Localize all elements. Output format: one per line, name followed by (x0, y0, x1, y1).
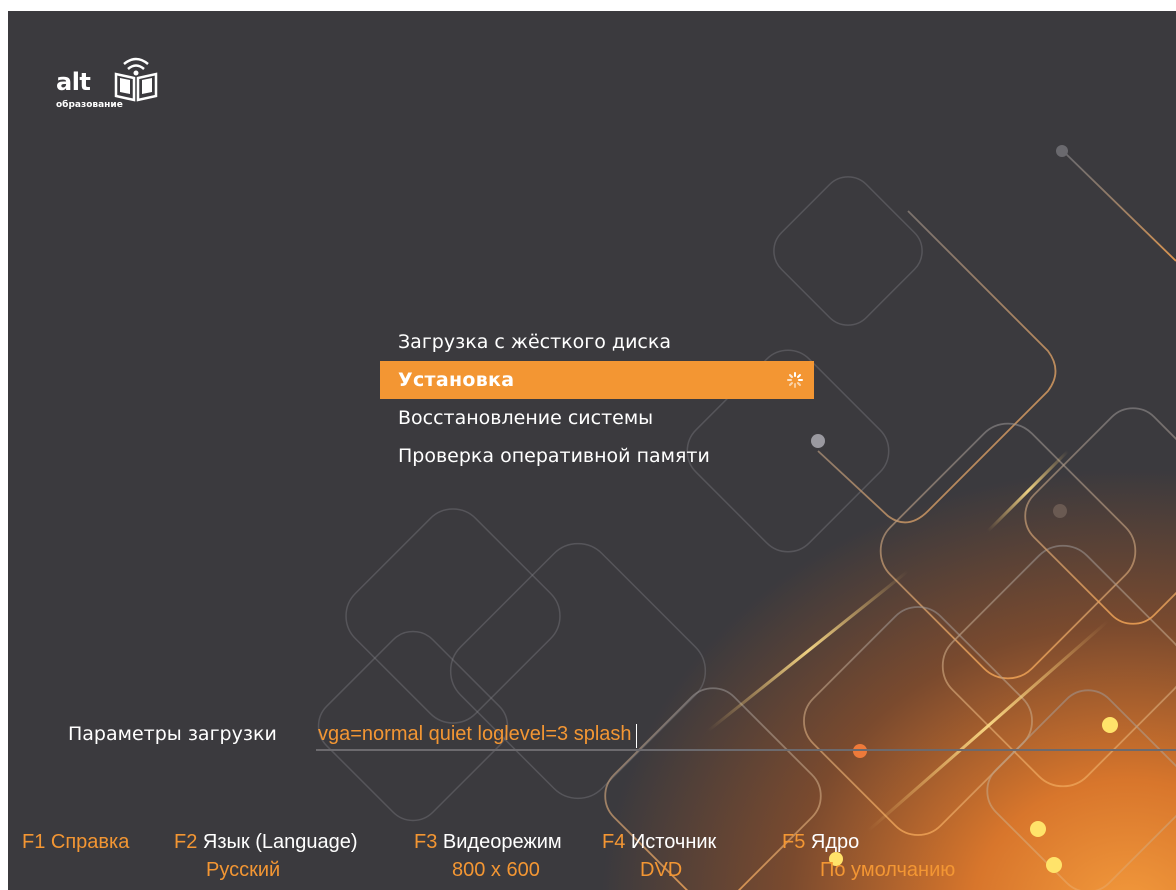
fkey-value: Русский (206, 859, 281, 881)
fkey-key: F3 (414, 831, 438, 853)
menu-item-label: Восстановление системы (398, 407, 654, 429)
fkey-value: По умолчанию (820, 859, 956, 881)
menu-item-install[interactable]: Установка (380, 361, 814, 399)
boot-parameters-input[interactable]: vga=normal quiet loglevel=3 splash (316, 721, 1176, 751)
logo-wordmark: alt (56, 68, 91, 96)
fkey-title: Источник (630, 831, 717, 853)
fkey-f5-kernel[interactable]: F5 Ядро По умолчанию (782, 829, 955, 881)
fkey-key: F4 (602, 831, 626, 853)
boot-parameters: Параметры загрузки vga=normal quiet logl… (68, 721, 1176, 751)
boot-menu: Загрузка с жёсткого диска Установка Восс… (380, 323, 814, 475)
menu-item-label: Установка (398, 369, 515, 391)
function-keys-bar: F1 Справка F2 Язык (Language) Русский F3… (22, 829, 1172, 889)
fkey-f4-source[interactable]: F4 Источник DVD (602, 829, 717, 881)
fkey-key: F1 (22, 831, 46, 853)
boot-parameters-value: vga=normal quiet loglevel=3 splash (318, 723, 632, 745)
fkey-title: Видеорежим (442, 831, 562, 853)
fkey-value: 800 x 600 (452, 859, 540, 881)
fkey-f1-help[interactable]: F1 Справка (22, 829, 129, 855)
fkey-key: F5 (782, 831, 806, 853)
fkey-f2-language[interactable]: F2 Язык (Language) Русский (174, 829, 358, 881)
boot-parameters-label: Параметры загрузки (68, 723, 277, 745)
boot-screen: alt образование Загрузка с жёсткого диск… (8, 11, 1176, 890)
fkey-title: Ядро (810, 831, 860, 853)
fkey-title: Справка (50, 831, 130, 853)
fkey-f3-video-mode[interactable]: F3 Видеорежим 800 x 600 (414, 829, 562, 881)
menu-item-memory-test[interactable]: Проверка оперативной памяти (380, 437, 814, 475)
menu-item-label: Проверка оперативной памяти (398, 445, 710, 467)
loading-spinner-icon (787, 372, 803, 388)
menu-item-label: Загрузка с жёсткого диска (398, 331, 671, 353)
fkey-title: Язык (Language) (202, 831, 358, 853)
fkey-value: DVD (640, 859, 683, 881)
fkey-key: F2 (174, 831, 198, 853)
menu-item-system-recovery[interactable]: Восстановление системы (380, 399, 814, 437)
book-wifi-icon (114, 57, 158, 102)
menu-item-boot-hdd[interactable]: Загрузка с жёсткого диска (380, 323, 814, 361)
text-caret (635, 723, 637, 748)
